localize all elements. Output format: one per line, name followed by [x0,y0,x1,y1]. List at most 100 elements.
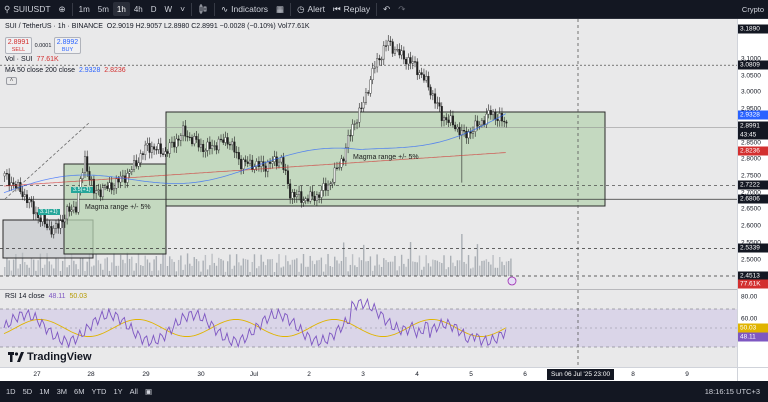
symbol-search[interactable]: ⚲ SUIUSDT [0,2,55,17]
volume-bar [93,265,95,276]
candle-body [59,220,62,229]
candle-body [449,115,452,123]
price-tag: 2.6806 [738,194,768,204]
candle-body [195,136,198,140]
candle-body [425,76,428,81]
compare-button[interactable]: ⊕ [55,2,70,17]
chart-type-button[interactable] [194,2,212,17]
range-5d[interactable]: 5D [23,387,33,396]
volume-bar [456,260,459,276]
volume-bar [32,259,35,276]
candle-body [311,191,314,197]
candle-body [72,206,75,211]
candle-body [438,102,441,107]
alert-button[interactable]: ◷ Alert [293,2,329,17]
candle-body [63,218,66,223]
volume-bar [416,262,418,276]
time-axis[interactable]: 98765432Jul30292827 Sun 06 Jul '25 23:00 [0,367,737,381]
utc-clock[interactable]: 18:16:15 UTC+3 [705,387,760,396]
range-1d[interactable]: 1D [6,387,16,396]
candle-body [269,161,272,164]
volume-bar [447,267,450,276]
replay-button[interactable]: ⏮ Replay [329,2,374,17]
volume-bar [113,253,115,276]
timeframe-5m[interactable]: 5m [94,2,113,16]
range-ytd[interactable]: YTD [91,387,106,396]
candle-body [505,121,508,124]
toolbar-divider [71,2,73,16]
volume-bar [169,256,171,276]
candle-body [133,160,136,170]
legend-collapse-button[interactable]: ˄ [6,77,17,85]
range-3m[interactable]: 3M [57,387,67,396]
crosshair-time-tag: Sun 06 Jul '25 23:00 [547,369,615,380]
magma-range-label-main: Magma range +/- 5% [353,154,419,161]
price-tag: 2.9328 [738,110,768,120]
volume-bar [84,270,86,276]
candle-body [157,143,160,150]
candle-body [373,66,376,69]
volume-bar [342,242,345,276]
candle-body [367,92,370,94]
sell-button[interactable]: 2.8991 SELL [5,37,32,54]
indicators-button[interactable]: ∿ Indicators [217,2,272,17]
range-1m[interactable]: 1M [39,387,49,396]
candle-body [28,199,31,204]
range-1y[interactable]: 1Y [113,387,122,396]
volume-bar [425,255,427,276]
timeframe-1h[interactable]: 1h [112,2,130,16]
timeframe-dropdown[interactable]: ˅ [176,2,189,17]
range-all[interactable]: All [130,387,138,396]
buy-price: 2.8992 [56,38,79,46]
volume-bar [289,264,291,276]
date-range-icon[interactable]: ▣ [145,387,152,396]
templates-button[interactable]: ▦ [272,2,288,17]
candle-body [175,138,178,148]
candle-body [222,139,225,143]
volume-bar [247,259,249,276]
volume-bar [142,265,144,276]
timeframe-d[interactable]: D [147,2,161,16]
volume-bar [347,271,349,276]
timeframe-1m[interactable]: 1m [75,2,94,16]
volume-bar [213,262,216,276]
volume-bar [369,256,372,276]
candle-body [34,212,37,215]
volume-bar [400,254,403,276]
price-tick: 2.6000 [741,222,761,230]
volume-bar [436,260,439,276]
volume-bar [334,256,336,276]
range-6m[interactable]: 6M [74,387,84,396]
volume-bar [405,266,407,276]
candle-body [101,187,104,198]
undo-button[interactable]: ↶ [379,2,394,17]
tradingview-logo-icon [8,352,24,362]
volume-bar [137,253,140,276]
rsi-pane[interactable]: RSI 14 close 48.11 50.03 [0,289,737,367]
price-tag: 2.8236 [738,146,768,156]
redo-button[interactable]: ↷ [394,2,409,17]
candle-body [402,50,405,60]
rsi-label: RSI 14 close [5,293,45,300]
volume-bar [385,260,387,276]
volume-bar [95,254,97,276]
volume-bar [478,265,481,276]
candle-body [385,45,388,47]
tradingview-logo[interactable]: TradingView [8,351,92,363]
buy-button[interactable]: 2.8992 BUY [54,37,81,54]
price-axis[interactable]: 3.18903.10003.05003.00002.95002.90002.85… [737,19,768,367]
volume-bar [41,267,44,276]
volume-bar [193,257,195,276]
axis-settings-corner[interactable] [737,367,768,381]
trading-chart-app: ⚲ SUIUSDT ⊕ 1m 5m 1h 4h D W ˅ ∿ Indicato… [0,0,768,402]
timeframe-w[interactable]: W [161,2,177,16]
volume-bar [474,256,476,276]
candle-body [135,160,138,167]
price-pane[interactable]: SUI / TetherUS · 1h · BINANCE O2.9019 H2… [0,19,737,289]
candle-body [503,120,506,123]
candle-body [41,214,44,223]
timeframe-4h[interactable]: 4h [130,2,147,16]
candle-body [242,159,245,170]
candle-body [108,182,111,189]
volume-bar [280,267,282,276]
